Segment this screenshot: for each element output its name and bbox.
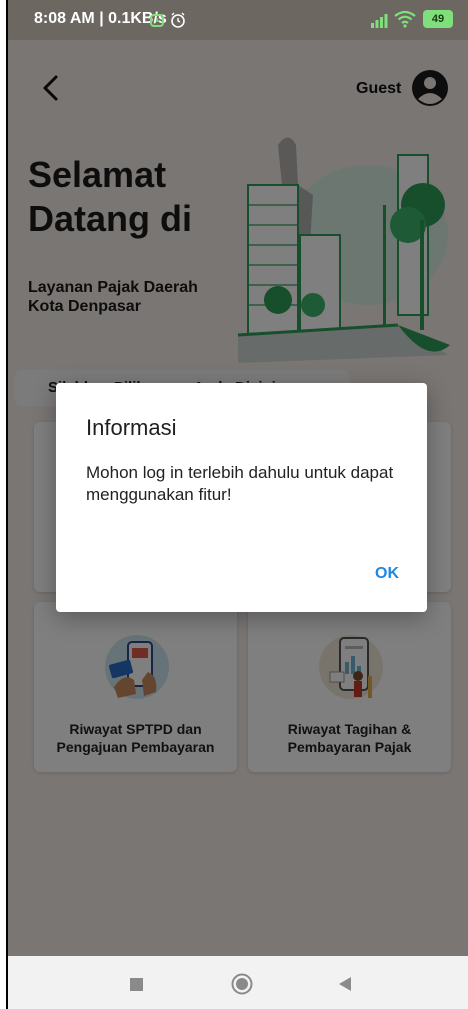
ok-button[interactable]: OK	[362, 560, 412, 588]
signal-icon	[371, 14, 388, 28]
dialog-title: Informasi	[86, 415, 177, 440]
clock-icon	[171, 12, 185, 28]
device-frame: 8:08 AM | 0.1KB/s 49 Informasi Mohon log…	[8, 0, 468, 1009]
status-time-speed: 8:08 AM | 0.1KB/s	[34, 10, 167, 27]
dialog-message: Mohon log in terlebih dahulu untuk dapat…	[86, 463, 394, 504]
app-screen: 8:08 AM | 0.1KB/s 49 Informasi Mohon log…	[8, 0, 468, 956]
triangle-back-icon[interactable]	[338, 976, 352, 992]
info-dialog: Informasi Mohon log in terlebih dahulu u…	[56, 383, 427, 612]
circle-icon[interactable]	[231, 973, 253, 995]
battery-indicator: 49	[423, 10, 453, 28]
wifi-icon	[394, 10, 416, 28]
square-icon[interactable]	[130, 978, 143, 991]
status-bar: 8:08 AM | 0.1KB/s 49	[8, 0, 468, 40]
system-nav-bar	[8, 956, 468, 1009]
alarm-icon	[150, 14, 164, 27]
